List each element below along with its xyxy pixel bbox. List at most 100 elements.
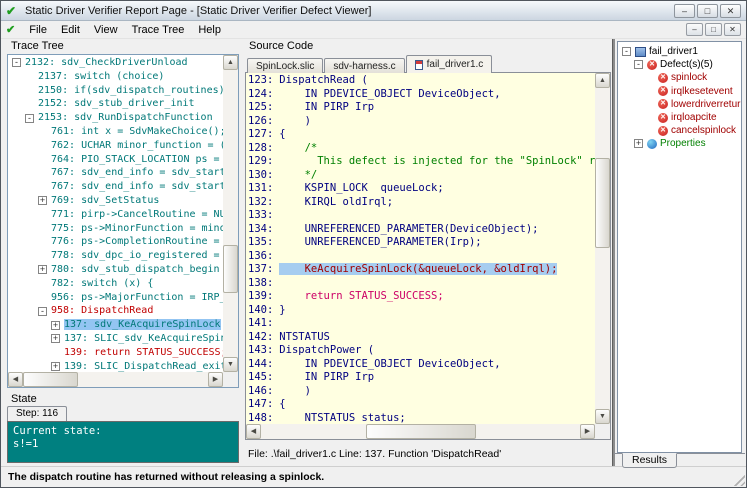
expand-icon[interactable]: + xyxy=(38,265,47,275)
mdi-close-button[interactable]: ✕ xyxy=(724,23,741,36)
source-line[interactable]: 142: NTSTATUS xyxy=(248,331,595,345)
expand-icon[interactable]: + xyxy=(634,139,643,149)
scroll-up-button[interactable]: ▲ xyxy=(223,55,238,70)
expand-icon[interactable]: + xyxy=(38,196,47,206)
source-line[interactable]: 128: /* xyxy=(248,142,595,156)
collapse-icon[interactable]: - xyxy=(25,113,34,123)
source-line[interactable]: 148: NTSTATUS status; xyxy=(248,412,595,425)
minimize-button[interactable]: – xyxy=(674,3,695,18)
source-line[interactable]: 139: return STATUS_SUCCESS; xyxy=(248,290,595,304)
source-line[interactable]: 141: xyxy=(248,317,595,331)
source-line[interactable]: 136: xyxy=(248,250,595,264)
panel-splitter[interactable] xyxy=(612,39,615,466)
trace-tree-item[interactable]: 782: switch (x) { xyxy=(9,277,223,291)
scrollbar-thumb[interactable] xyxy=(223,245,238,293)
source-line[interactable]: 129: This defect is injected for the "Sp… xyxy=(248,155,595,169)
source-line[interactable]: 125: IN PIRP Irp xyxy=(248,101,595,115)
close-button[interactable]: ✕ xyxy=(720,3,741,18)
menu-file[interactable]: File xyxy=(22,22,54,38)
source-line[interactable]: 140:} xyxy=(248,304,595,318)
collapse-icon[interactable]: - xyxy=(38,306,47,316)
trace-tree-item[interactable]: 762: UCHAR minor_function = (U xyxy=(9,139,223,153)
trace-tree-item[interactable]: 2150: if(sdv_dispatch_routines) xyxy=(9,84,223,98)
menu-trace-tree[interactable]: Trace Tree xyxy=(125,22,192,38)
source-line[interactable]: 126: ) xyxy=(248,115,595,129)
defect-tree-item[interactable]: ✕ irqlkesetevent xyxy=(620,85,740,98)
scroll-left-button[interactable]: ◀ xyxy=(8,372,23,387)
trace-tree-item[interactable]: +769: sdv_SetStatus xyxy=(9,194,223,208)
collapse-icon[interactable]: - xyxy=(12,58,21,68)
source-line[interactable]: 134: UNREFERENCED_PARAMETER(DeviceObject… xyxy=(248,223,595,237)
trace-tree-item[interactable]: 775: ps->MinorFunction = minor xyxy=(9,222,223,236)
trace-tree-item[interactable]: 778: sdv_dpc_io_registered = F xyxy=(9,249,223,263)
mdi-minimize-button[interactable]: – xyxy=(686,23,703,36)
trace-tree-item[interactable]: -2132: sdv_CheckDriverUnload xyxy=(9,56,223,70)
resize-grip[interactable] xyxy=(731,472,745,486)
tab-fail-driver1-c[interactable]: fail_driver1.c xyxy=(405,55,493,73)
source-line[interactable]: 127: { xyxy=(248,128,595,142)
tab-spinlock-slic[interactable]: SpinLock.slic xyxy=(247,58,324,73)
trace-tree-item[interactable]: -958: DispatchRead xyxy=(9,304,223,318)
source-line[interactable]: 124: IN PDEVICE_OBJECT DeviceObject, xyxy=(248,88,595,102)
trace-tree-item[interactable]: +137: sdv_KeAcquireSpinLock xyxy=(9,318,223,332)
tab-sdv-harness-c[interactable]: sdv-harness.c xyxy=(324,58,405,73)
trace-tree-item[interactable]: -2153: sdv_RunDispatchFunction xyxy=(9,111,223,125)
source-line[interactable]: 131: KSPIN_LOCK queueLock; xyxy=(248,182,595,196)
menu-view[interactable]: View xyxy=(87,22,125,38)
tab-results[interactable]: Results xyxy=(622,453,678,468)
trace-tree-item[interactable]: +137: SLIC_sdv_KeAcquireSpinL xyxy=(9,332,223,346)
defect-tree-item[interactable]: - fail_driver1 xyxy=(620,45,740,58)
source-line[interactable]: 130: */ xyxy=(248,169,595,183)
defect-tree-item[interactable]: - ✕ Defect(s)(5) xyxy=(620,58,740,71)
mdi-restore-button[interactable]: □ xyxy=(705,23,722,36)
defect-tree-item[interactable]: ✕ spinlock xyxy=(620,71,740,84)
trace-vertical-scrollbar[interactable]: ▲ ▼ xyxy=(223,55,238,372)
scrollbar-thumb[interactable] xyxy=(595,158,610,248)
trace-tree-item[interactable]: 767: sdv_end_info = sdv_start_ xyxy=(9,166,223,180)
defect-tree-item[interactable]: + Properties xyxy=(620,137,740,150)
defect-tree-item[interactable]: ✕ cancelspinlock xyxy=(620,124,740,137)
source-line[interactable]: 133: xyxy=(248,209,595,223)
source-line[interactable]: 147: { xyxy=(248,398,595,412)
collapse-icon[interactable]: - xyxy=(634,60,643,70)
menu-help[interactable]: Help xyxy=(191,22,228,38)
expand-icon[interactable]: + xyxy=(51,334,60,344)
source-line[interactable]: 143: DispatchPower ( xyxy=(248,344,595,358)
trace-tree-item[interactable]: 2137: switch (choice) xyxy=(9,70,223,84)
source-line[interactable]: 123: DispatchRead ( xyxy=(248,74,595,88)
source-line[interactable]: 135: UNREFERENCED_PARAMETER(Irp); xyxy=(248,236,595,250)
scroll-right-button[interactable]: ▶ xyxy=(580,424,595,439)
trace-tree-item[interactable]: 764: PIO_STACK_LOCATION ps = S xyxy=(9,153,223,167)
source-line[interactable]: 146: ) xyxy=(248,385,595,399)
source-line[interactable]: 145: IN PIRP Irp xyxy=(248,371,595,385)
scroll-down-button[interactable]: ▼ xyxy=(223,357,238,372)
scroll-right-button[interactable]: ▶ xyxy=(208,372,223,387)
trace-tree-item[interactable]: +139: SLIC_DispatchRead_exit xyxy=(9,360,223,372)
title-bar[interactable]: ✔ Static Driver Verifier Report Page - [… xyxy=(1,1,746,21)
scroll-up-button[interactable]: ▲ xyxy=(595,73,610,88)
maximize-button[interactable]: □ xyxy=(697,3,718,18)
expand-icon[interactable]: + xyxy=(51,361,60,371)
trace-tree-item[interactable]: 776: ps->CompletionRoutine = N xyxy=(9,235,223,249)
scroll-down-button[interactable]: ▼ xyxy=(595,409,610,424)
trace-tree-item[interactable]: 767: sdv_end_info = sdv_start_ xyxy=(9,180,223,194)
scroll-left-button[interactable]: ◀ xyxy=(246,424,261,439)
trace-tree-item[interactable]: 2152: sdv_stub_driver_init xyxy=(9,97,223,111)
trace-tree-item[interactable]: 956: ps->MajorFunction = IRP_M xyxy=(9,291,223,305)
menu-edit[interactable]: Edit xyxy=(54,22,87,38)
source-line[interactable]: 132: KIRQL oldIrql; xyxy=(248,196,595,210)
trace-tree-item[interactable]: 761: int x = SdvMakeChoice(); xyxy=(9,125,223,139)
mdi-child-icon[interactable]: ✔ xyxy=(6,23,15,36)
source-horizontal-scrollbar[interactable]: ◀ ▶ xyxy=(246,424,595,439)
scrollbar-thumb[interactable] xyxy=(366,424,476,439)
source-vertical-scrollbar[interactable]: ▲ ▼ xyxy=(595,73,610,424)
defect-tree-item[interactable]: ✕ irqloapcite xyxy=(620,111,740,124)
trace-tree-item[interactable]: 139: return STATUS_SUCCESS; xyxy=(9,346,223,360)
state-step-tab[interactable]: Step: 116 xyxy=(7,406,68,421)
source-line[interactable]: 137: KeAcquireSpinLock(&queueLock, &oldI… xyxy=(248,263,595,277)
source-line[interactable]: 144: IN PDEVICE_OBJECT DeviceObject, xyxy=(248,358,595,372)
scrollbar-thumb[interactable] xyxy=(23,372,78,387)
trace-tree-item[interactable]: +780: sdv_stub_dispatch_begin xyxy=(9,263,223,277)
trace-horizontal-scrollbar[interactable]: ◀ ▶ xyxy=(8,372,223,387)
expand-icon[interactable]: + xyxy=(51,320,60,330)
